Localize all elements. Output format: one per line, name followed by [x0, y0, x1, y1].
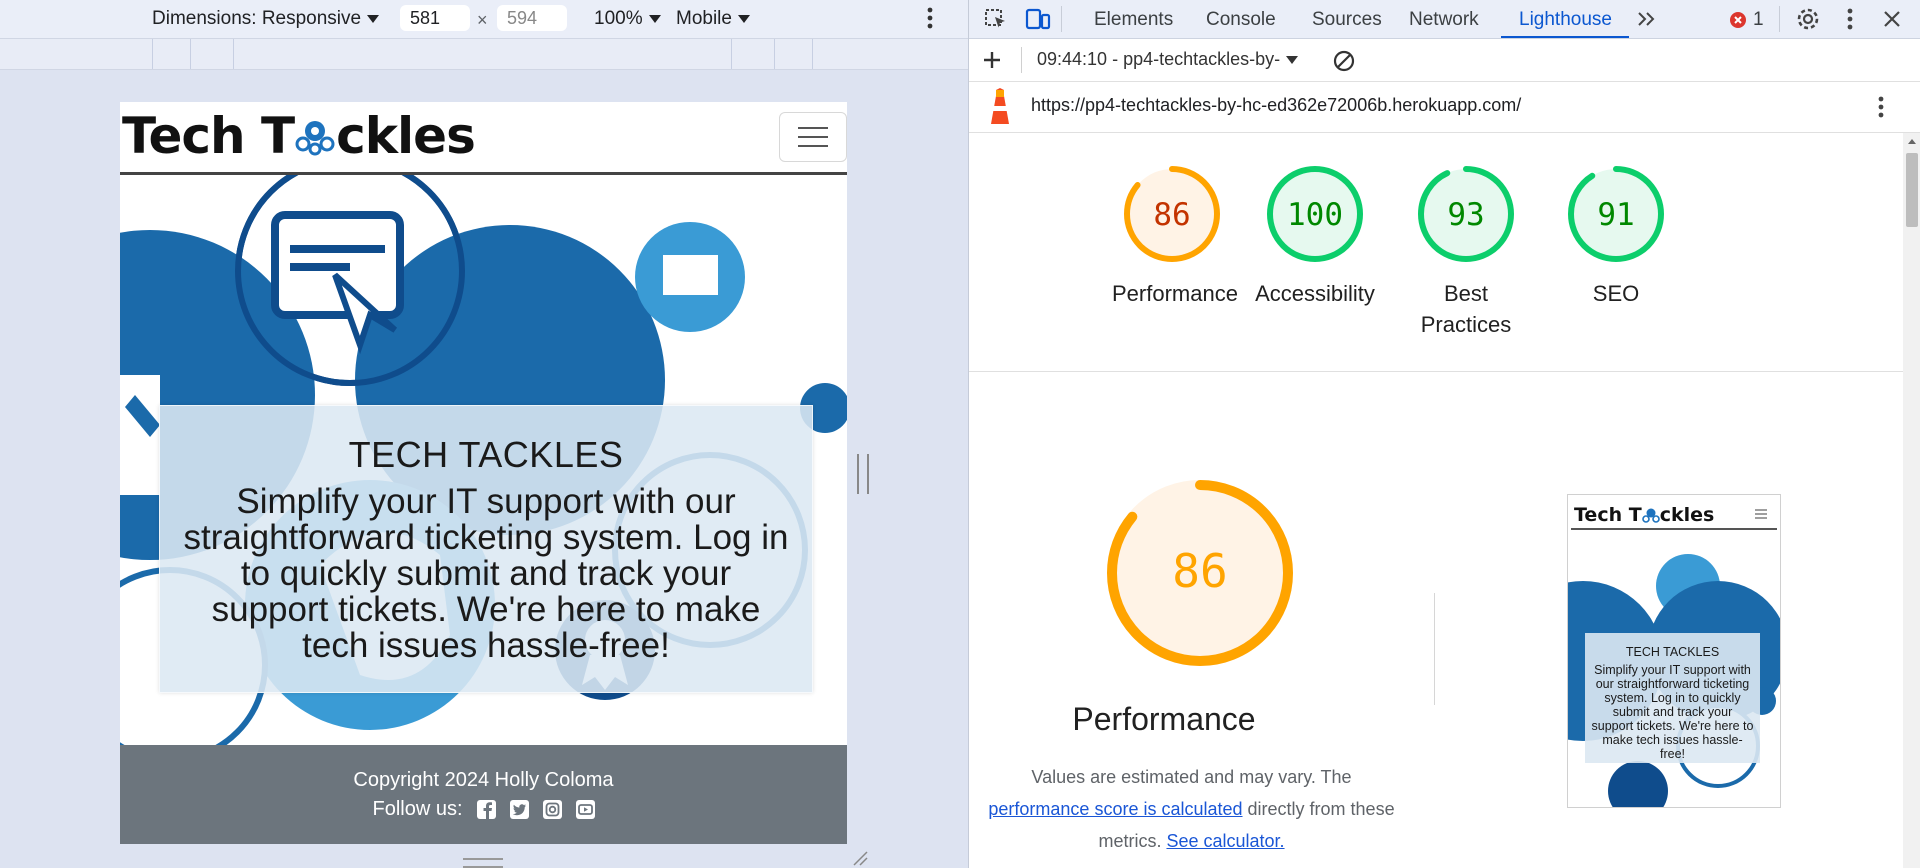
chevron-down-icon: [1286, 55, 1299, 64]
settings-gear-icon[interactable]: [1796, 7, 1820, 31]
device-toolbar: Dimensions: Responsive 581 × 594 100% Mo…: [0, 0, 968, 39]
hero-text: Simplify your IT support with our straig…: [183, 482, 789, 665]
gauge-performance[interactable]: 86 Performance: [1112, 162, 1238, 309]
scroll-thumb[interactable]: [1906, 153, 1918, 227]
scroll-up-arrow-icon: [1908, 139, 1916, 144]
lighthouse-toolbar: 09:44:10 - pp4-techtackles-by-: [969, 39, 1920, 82]
hero-card: TECH TACKLES Simplify your IT support wi…: [159, 405, 813, 693]
tab-console[interactable]: Console: [1206, 9, 1276, 31]
clear-reports-icon[interactable]: [1332, 49, 1356, 73]
gauge-ring: 86: [1124, 166, 1220, 262]
customize-devtools-icon[interactable]: [1846, 7, 1854, 31]
width-input[interactable]: 581: [400, 5, 470, 31]
vertical-divider: [1434, 593, 1435, 705]
error-count: 1: [1753, 9, 1764, 30]
active-tab-indicator: [1501, 36, 1629, 38]
social-links: Follow us:: [120, 798, 847, 821]
thumbnail-title: TECH TACKLES: [1625, 645, 1720, 659]
site-logo[interactable]: Tech Tckles: [122, 106, 476, 166]
gauge-ring: 91: [1568, 166, 1664, 262]
gauge-label: Best Practices: [1420, 281, 1512, 337]
final-screenshot-thumbnail[interactable]: Tech Tckles TECH TACKLES Simplify your I…: [1567, 494, 1781, 808]
performance-big-gauge: 86: [1100, 473, 1300, 678]
viewport-resize-handle-bottom[interactable]: [463, 858, 503, 868]
gauge-score: 86: [1153, 197, 1190, 233]
dimensions-dropdown[interactable]: Dimensions: Responsive: [152, 8, 380, 30]
tab-lighthouse[interactable]: Lighthouse: [1519, 9, 1612, 31]
hero-section: TECH TACKLES Simplify your IT support wi…: [120, 156, 847, 763]
thumbnail-logo: Tech Tckles: [1574, 504, 1715, 526]
instagram-icon[interactable]: [542, 800, 562, 819]
site-navbar: Tech Tckles: [120, 102, 847, 175]
follow-label: Follow us:: [372, 798, 463, 820]
throttle-label: Mobile: [676, 8, 732, 29]
lighthouse-logo-icon: [991, 88, 1009, 124]
twitter-icon[interactable]: [509, 800, 529, 819]
times-sign: ×: [477, 10, 488, 30]
facebook-icon[interactable]: [476, 800, 496, 819]
tab-elements[interactable]: Elements: [1094, 9, 1173, 31]
gauge-score: 100: [1287, 197, 1343, 233]
performance-heading: Performance: [1072, 701, 1256, 737]
gauge-accessibility[interactable]: 100 Accessibility: [1255, 162, 1375, 309]
big-gauge-score: 86: [1172, 544, 1227, 598]
thumbnail-hero-card: TECH TACKLES Simplify your IT support wi…: [1585, 633, 1760, 763]
chevron-down-icon: [737, 15, 750, 23]
zoom-dropdown[interactable]: 100%: [594, 8, 661, 30]
tab-sources[interactable]: Sources: [1312, 9, 1382, 31]
error-icon: [1730, 12, 1746, 28]
device-emulation-pane: Dimensions: Responsive 581 × 594 100% Mo…: [0, 0, 968, 868]
more-options-icon[interactable]: [926, 6, 934, 30]
lighthouse-report: 86 Performance 100 Accessibility 93 Best Prac…: [969, 133, 1903, 868]
devtools-tabbar: Elements Console Sources Network Lightho…: [969, 0, 1920, 39]
report-scrollbar[interactable]: [1903, 133, 1920, 868]
gauge-score: 93: [1447, 197, 1484, 233]
more-tabs-chevron-icon[interactable]: [1636, 10, 1658, 28]
report-selector-label: 09:44:10 - pp4-techtackles-by-: [1037, 49, 1281, 69]
inspect-element-icon[interactable]: [984, 8, 1008, 30]
gauge-label: Accessibility: [1255, 281, 1375, 306]
gauge-best-practices[interactable]: 93 Best Practices: [1406, 162, 1526, 340]
report-url-bar: https://pp4-techtackles-by-hc-ed362e7200…: [969, 82, 1920, 133]
media-query-ruler[interactable]: [0, 39, 968, 70]
new-report-plus-icon[interactable]: [982, 50, 1002, 70]
gauge-seo[interactable]: 91 SEO: [1556, 162, 1676, 309]
error-counter[interactable]: 1: [1729, 9, 1764, 31]
devtools-panel: Elements Console Sources Network Lightho…: [968, 0, 1920, 868]
viewport-resize-corner-icon[interactable]: [852, 850, 868, 866]
throttle-dropdown[interactable]: Mobile: [676, 8, 750, 30]
copyright-text: Copyright 2024 Holly Coloma: [353, 769, 614, 791]
navbar-toggle-button[interactable]: [779, 112, 847, 162]
score-calculated-link[interactable]: performance score is calculated: [988, 799, 1242, 819]
report-selector[interactable]: 09:44:10 - pp4-techtackles-by-: [1037, 49, 1299, 70]
zoom-label: 100%: [594, 8, 643, 29]
gauge-label: Performance: [1112, 281, 1238, 306]
device-toolbar-toggle-icon[interactable]: [1025, 8, 1051, 30]
see-calculator-link[interactable]: See calculator.: [1166, 831, 1284, 851]
gauge-label: SEO: [1592, 281, 1640, 306]
dimensions-label: Dimensions: Responsive: [152, 8, 362, 29]
hero-title: TECH TACKLES: [348, 434, 624, 475]
site-footer: Copyright 2024 Holly Coloma Follow us:: [120, 745, 847, 844]
report-menu-icon[interactable]: [1877, 95, 1885, 119]
viewport-resize-handle-right[interactable]: [857, 454, 869, 494]
chevron-down-icon: [648, 15, 661, 23]
performance-note: Values are estimated and may vary. The p…: [988, 767, 1395, 851]
gauge-score: 91: [1597, 197, 1634, 233]
close-devtools-icon[interactable]: [1882, 9, 1902, 29]
gauge-ring: 100: [1267, 166, 1363, 262]
youtube-icon[interactable]: [575, 800, 595, 819]
height-input[interactable]: 594: [497, 5, 567, 31]
thumbnail-hamburger-icon: [1755, 509, 1767, 519]
report-url[interactable]: https://pp4-techtackles-by-hc-ed362e7200…: [1031, 95, 1521, 116]
thumbnail-text: Simplify your IT support with our straig…: [1591, 663, 1754, 761]
octopus-logo-icon: [295, 121, 335, 156]
section-divider: [969, 371, 1903, 372]
chevron-down-icon: [367, 15, 380, 23]
gauge-ring: 93: [1418, 166, 1514, 262]
tab-network[interactable]: Network: [1409, 9, 1479, 31]
emulated-viewport: Tech Tckles TECH TACKLES Simplify your I…: [120, 102, 847, 844]
